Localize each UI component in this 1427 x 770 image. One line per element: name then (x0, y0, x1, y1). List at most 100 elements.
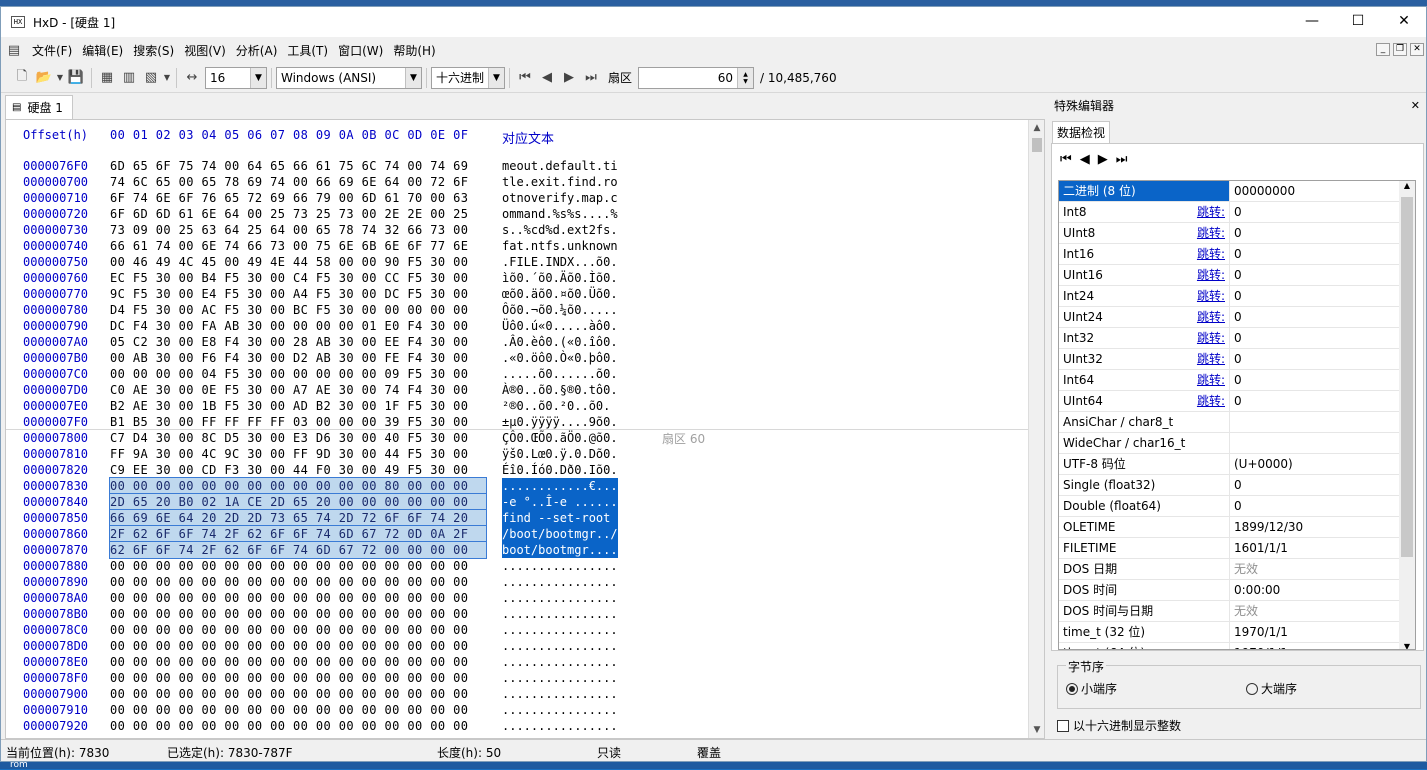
inspector-value[interactable]: 0 (1230, 307, 1242, 327)
inspector-value[interactable]: 无效 (1230, 601, 1258, 621)
hex-row[interactable]: 000007920 00 00 00 00 00 00 00 00 00 00 0… (6, 718, 1026, 734)
row-text[interactable]: fat.ntfs.unknown (502, 238, 618, 254)
inspector-value[interactable]: 0 (1230, 496, 1242, 516)
inspector-row[interactable]: UInt8 跳转: 0 (1059, 223, 1401, 244)
hex-editor-pane[interactable]: Offset(h) 00 01 02 03 04 05 06 07 08 09 … (5, 119, 1045, 739)
row-bytes[interactable]: 00 00 00 00 00 00 00 00 00 00 00 00 00 0… (110, 606, 486, 622)
jump-link[interactable]: 跳转: (1197, 286, 1225, 306)
hex-row[interactable]: 000007910 00 00 00 00 00 00 00 00 00 00 0… (6, 702, 1026, 718)
inspector-value[interactable] (1230, 433, 1234, 453)
mdi-restore-icon[interactable]: ❐ (1393, 43, 1407, 56)
inspector-row[interactable]: WideChar / char16_t (1059, 433, 1401, 454)
row-text[interactable]: ................ (502, 686, 618, 702)
row-bytes[interactable]: FF 9A 30 00 4C 9C 30 00 FF 9D 30 00 44 F… (110, 446, 486, 462)
scroll-thumb[interactable] (1401, 197, 1413, 557)
row-text[interactable]: À®0..õ0.§®0.tô0. (502, 382, 618, 398)
jump-link[interactable]: 跳转: (1197, 202, 1225, 222)
open-file-icon[interactable]: 📂 (33, 67, 55, 89)
row-text[interactable]: meout.default.ti (502, 158, 618, 174)
inspector-value[interactable]: 00000000 (1230, 181, 1295, 201)
menu-window[interactable]: 窗口(W) (333, 42, 388, 59)
row-bytes[interactable]: 6F 74 6E 6F 76 65 72 69 66 79 00 6D 61 7… (110, 190, 486, 206)
hex-row[interactable]: 000000700 74 6C 65 00 65 78 69 74 00 66 6… (6, 174, 1026, 190)
inspector-value[interactable]: 0:00:00 (1230, 580, 1280, 600)
hex-row[interactable]: 000000780 D4 F5 30 00 AC F5 30 00 BC F5 3… (6, 302, 1026, 318)
inspector-scrollbar[interactable]: ▲ ▼ (1399, 181, 1415, 649)
row-text[interactable]: ................ (502, 574, 618, 590)
menu-view[interactable]: 视图(V) (179, 42, 231, 59)
hex-row[interactable]: 000000710 6F 74 6E 6F 76 65 72 69 66 79 0… (6, 190, 1026, 206)
sector-spinner[interactable]: ▲ ▼ (737, 67, 754, 88)
inspector-value[interactable]: 1899/12/30 (1230, 517, 1303, 537)
hex-row[interactable]: 0000078F0 00 00 00 00 00 00 00 00 00 00 0… (6, 670, 1026, 686)
scroll-thumb[interactable] (1032, 138, 1042, 152)
hex-row[interactable]: 0000076F0 6D 65 6F 75 74 00 64 65 66 61 7… (6, 158, 1026, 174)
hex-row[interactable]: 0000007C0 00 00 00 00 04 F5 30 00 00 00 0… (6, 366, 1026, 382)
hex-row[interactable]: 000007800 C7 D4 30 00 8C D5 30 00 E3 D6 3… (6, 430, 1026, 446)
hex-row[interactable]: 000000720 6F 6D 6D 61 6E 64 00 25 73 25 7… (6, 206, 1026, 222)
row-text[interactable]: œõ0.äõ0.¤õ0.Üõ0. (502, 286, 618, 302)
row-bytes[interactable]: 00 00 00 00 00 00 00 00 00 00 00 00 00 0… (110, 670, 486, 686)
hex-int-checkbox[interactable]: 以十六进制显示整数 (1057, 717, 1181, 734)
inspector-row[interactable]: time_t (64 位) 1970/1/1 (1059, 643, 1401, 649)
hex-row[interactable]: 000007880 00 00 00 00 00 00 00 00 00 00 0… (6, 558, 1026, 574)
row-text[interactable]: find --set-root (502, 510, 618, 526)
prev-sector-icon[interactable]: ◀ (536, 67, 558, 89)
hex-row[interactable]: 000000740 66 61 74 00 6E 74 66 73 00 75 6… (6, 238, 1026, 254)
row-bytes[interactable]: 00 00 00 00 00 00 00 00 00 00 00 00 00 0… (110, 574, 486, 590)
row-bytes[interactable]: C7 D4 30 00 8C D5 30 00 E3 D6 30 00 40 F… (110, 430, 486, 446)
close-icon[interactable]: ✕ (1411, 99, 1420, 112)
tab-disk-1[interactable]: ▤ 硬盘 1 (5, 95, 73, 119)
row-bytes[interactable]: 66 61 74 00 6E 74 66 73 00 75 6E 6B 6E 6… (110, 238, 486, 254)
row-bytes[interactable]: 00 00 00 00 00 00 00 00 00 00 00 00 00 0… (110, 686, 486, 702)
close-button[interactable]: ✕ (1381, 7, 1427, 35)
row-text[interactable]: s..%cd%d.ext2fs. (502, 222, 618, 238)
row-text[interactable]: ²®0..õ0.­²0..õ0. (502, 398, 610, 414)
row-bytes[interactable]: 00 00 00 00 00 00 00 00 00 00 00 00 00 0… (110, 718, 486, 734)
row-text[interactable]: ................ (502, 638, 618, 654)
hex-row[interactable]: 0000007B0 00 AB 30 00 F6 F4 30 00 D2 AB 3… (6, 350, 1026, 366)
menu-file[interactable]: 文件(F) (27, 42, 77, 59)
inspector-value[interactable]: 0 (1230, 244, 1242, 264)
hex-row[interactable]: 000000760 EC F5 30 00 B4 F5 30 00 C4 F5 3… (6, 270, 1026, 286)
jump-link[interactable]: 跳转: (1197, 223, 1225, 243)
inspector-row[interactable]: Int24 跳转: 0 (1059, 286, 1401, 307)
inspector-value[interactable]: 0 (1230, 349, 1242, 369)
row-bytes[interactable]: 00 00 00 00 00 00 00 00 00 00 00 00 00 0… (110, 590, 486, 606)
row-bytes[interactable]: B2 AE 30 00 1B F5 30 00 AD B2 30 00 1F F… (110, 398, 486, 414)
save-icon[interactable]: 💾 (65, 67, 87, 89)
inspector-value[interactable]: 0 (1230, 391, 1242, 411)
big-endian-radio[interactable]: 大端序 (1246, 680, 1297, 697)
jump-link[interactable]: 跳转: (1197, 307, 1225, 327)
last-icon[interactable]: ⏭ (1116, 152, 1128, 167)
inspector-row[interactable]: 二进制 (8 位) 00000000 (1059, 181, 1401, 202)
inspector-row[interactable]: DOS 时间与日期 无效 (1059, 601, 1401, 622)
inspector-row[interactable]: DOS 时间 0:00:00 (1059, 580, 1401, 601)
inspector-row[interactable]: Double (float64) 0 (1059, 496, 1401, 517)
hex-row[interactable]: 0000078E0 00 00 00 00 00 00 00 00 00 00 0… (6, 654, 1026, 670)
inspector-row[interactable]: AnsiChar / char8_t (1059, 412, 1401, 433)
hex-row[interactable]: 000000750 00 46 49 4C 45 00 49 4E 44 58 0… (6, 254, 1026, 270)
row-text[interactable]: ............€... (502, 478, 618, 494)
row-bytes[interactable]: 00 00 00 00 00 00 00 00 00 00 00 00 00 0… (110, 622, 486, 638)
row-text[interactable]: ................ (502, 718, 618, 734)
hex-row[interactable]: 000007850 66 69 6E 64 20 2D 2D 73 65 74 2… (6, 509, 1026, 527)
row-text[interactable]: ±µ0.ÿÿÿÿ....9õ0. (502, 414, 618, 430)
inspector-row[interactable]: Int32 跳转: 0 (1059, 328, 1401, 349)
inspector-value[interactable]: 0 (1230, 370, 1242, 390)
row-bytes[interactable]: B1 B5 30 00 FF FF FF FF 03 00 00 00 39 F… (110, 414, 486, 430)
inspector-row[interactable]: time_t (32 位) 1970/1/1 (1059, 622, 1401, 643)
row-bytes[interactable]: 9C F5 30 00 E4 F5 30 00 A4 F5 30 00 DC F… (110, 286, 486, 302)
open-dropdown-icon[interactable]: ▼ (55, 67, 65, 89)
hex-row[interactable]: 0000078A0 00 00 00 00 00 00 00 00 00 00 0… (6, 590, 1026, 606)
inspector-value[interactable]: 0 (1230, 328, 1242, 348)
row-bytes[interactable]: DC F4 30 00 FA AB 30 00 00 00 00 01 E0 F… (110, 318, 486, 334)
row-bytes[interactable]: D4 F5 30 00 AC F5 30 00 BC F5 30 00 00 0… (110, 302, 486, 318)
row-text[interactable]: ................ (502, 654, 618, 670)
row-bytes[interactable]: 00 00 00 00 04 F5 30 00 00 00 00 00 09 F… (110, 366, 486, 382)
hex-row[interactable]: 000007890 00 00 00 00 00 00 00 00 00 00 0… (6, 574, 1026, 590)
hex-scrollbar[interactable]: ▲ ▼ (1028, 120, 1044, 738)
row-text[interactable]: ................ (502, 622, 618, 638)
row-bytes[interactable]: 6D 65 6F 75 74 00 64 65 66 61 75 6C 74 0… (110, 158, 486, 174)
hex-row[interactable]: 000000770 9C F5 30 00 E4 F5 30 00 A4 F5 3… (6, 286, 1026, 302)
